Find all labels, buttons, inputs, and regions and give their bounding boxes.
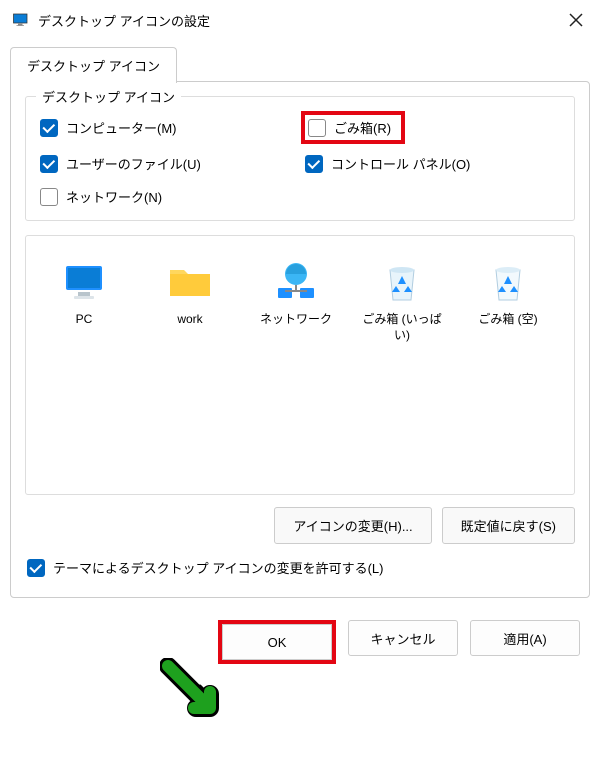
icon-item-work[interactable]: work bbox=[142, 252, 238, 334]
checkbox-label: ユーザーのファイル(U) bbox=[66, 154, 201, 173]
checkbox-icon bbox=[40, 188, 58, 206]
checkbox-label: ネットワーク(N) bbox=[66, 187, 162, 206]
checkbox-icon bbox=[40, 155, 58, 173]
checkbox-allow-themes[interactable]: テーマによるデスクトップ アイコンの変更を許可する(L) bbox=[25, 552, 575, 587]
icon-preview-list[interactable]: PC work ネットワーク ごみ箱 (いっぱい) bbox=[25, 235, 575, 495]
titlebar: デスクトップ アイコンの設定 bbox=[0, 0, 600, 40]
checkbox-icon bbox=[308, 119, 326, 137]
window-title: デスクトップ アイコンの設定 bbox=[38, 11, 564, 30]
highlight-ok-button: OK bbox=[218, 620, 336, 664]
highlight-recycle-checkbox: ごみ箱(R) bbox=[301, 111, 405, 144]
checkbox-label: テーマによるデスクトップ アイコンの変更を許可する(L) bbox=[53, 558, 383, 577]
icon-item-recycle-full[interactable]: ごみ箱 (いっぱい) bbox=[354, 252, 450, 349]
group-legend: デスクトップ アイコン bbox=[36, 87, 181, 106]
checkbox-label: コントロール パネル(O) bbox=[331, 154, 470, 173]
icon-item-recycle-empty[interactable]: ごみ箱 (空) bbox=[460, 252, 556, 334]
icon-label: ごみ箱 (いっぱい) bbox=[356, 312, 448, 343]
desktop-icons-group: デスクトップ アイコン コンピューター(M) ごみ箱(R) ユーザーのファイル(… bbox=[25, 96, 575, 221]
icon-label: ネットワーク bbox=[250, 312, 342, 328]
icon-label: work bbox=[144, 312, 236, 328]
tab-desktop-icons[interactable]: デスクトップ アイコン bbox=[10, 47, 177, 83]
close-button[interactable] bbox=[564, 8, 588, 32]
recycle-bin-empty-icon bbox=[484, 258, 532, 306]
icon-label: ごみ箱 (空) bbox=[462, 312, 554, 328]
icon-label: PC bbox=[38, 312, 130, 328]
folder-icon bbox=[166, 258, 214, 306]
ok-button[interactable]: OK bbox=[222, 624, 332, 660]
pc-icon bbox=[60, 258, 108, 306]
icon-item-pc[interactable]: PC bbox=[36, 252, 132, 334]
checkbox-label: ごみ箱(R) bbox=[334, 118, 391, 137]
recycle-bin-full-icon bbox=[378, 258, 426, 306]
restore-defaults-button[interactable]: 既定値に戻す(S) bbox=[442, 507, 575, 544]
checkbox-icon bbox=[27, 559, 45, 577]
apply-button[interactable]: 適用(A) bbox=[470, 620, 580, 656]
tab-panel: デスクトップ アイコン コンピューター(M) ごみ箱(R) ユーザーのファイル(… bbox=[10, 81, 590, 598]
checkbox-computer[interactable]: コンピューター(M) bbox=[40, 115, 295, 140]
tab-strip: デスクトップ アイコン bbox=[0, 40, 600, 82]
tab-label: デスクトップ アイコン bbox=[27, 59, 160, 74]
checkbox-label: コンピューター(M) bbox=[66, 118, 177, 137]
network-icon bbox=[272, 258, 320, 306]
checkbox-network[interactable]: ネットワーク(N) bbox=[40, 187, 295, 206]
checkbox-icon bbox=[305, 155, 323, 173]
checkbox-control-panel[interactable]: コントロール パネル(O) bbox=[305, 154, 560, 173]
checkbox-icon bbox=[40, 119, 58, 137]
change-icon-button[interactable]: アイコンの変更(H)... bbox=[274, 507, 431, 544]
checkbox-user-files[interactable]: ユーザーのファイル(U) bbox=[40, 154, 295, 173]
dialog-button-row: OK キャンセル 適用(A) bbox=[0, 608, 600, 682]
desktop-settings-icon bbox=[12, 11, 30, 29]
cancel-button[interactable]: キャンセル bbox=[348, 620, 458, 656]
icon-item-network[interactable]: ネットワーク bbox=[248, 252, 344, 334]
checkbox-recycle-bin[interactable]: ごみ箱(R) bbox=[308, 118, 391, 137]
